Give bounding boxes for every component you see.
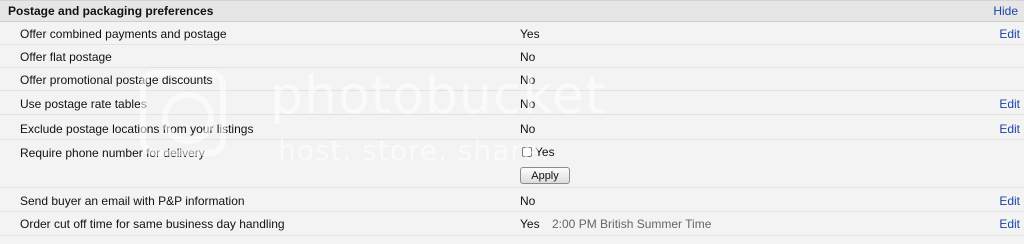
row-label: Offer promotional postage discounts <box>20 73 213 87</box>
row-flat-postage: Offer flat postage No <box>0 45 1024 68</box>
edit-buyer-email-link[interactable]: Edit <box>999 194 1020 208</box>
row-value: No <box>520 122 536 136</box>
row-label: Offer combined payments and postage <box>20 27 227 41</box>
phone-required-checkbox-group[interactable]: Yes <box>522 145 555 159</box>
apply-button[interactable]: Apply <box>520 167 570 184</box>
edit-exclude-locations-link[interactable]: Edit <box>999 122 1020 136</box>
row-buyer-email: Send buyer an email with P&P information… <box>0 189 1024 212</box>
row-label: Offer flat postage <box>20 50 112 64</box>
row-label: Exclude postage locations from your list… <box>20 122 254 136</box>
checkbox-icon[interactable] <box>522 147 532 157</box>
row-label: Order cut off time for same business day… <box>20 217 285 231</box>
row-value: No <box>520 194 536 208</box>
row-cutoff-time: Order cut off time for same business day… <box>0 212 1024 236</box>
row-value: No <box>520 50 536 64</box>
row-combined-payments: Offer combined payments and postage Yes … <box>0 22 1024 45</box>
edit-rate-tables-link[interactable]: Edit <box>999 97 1020 111</box>
row-label: Send buyer an email with P&P information <box>20 194 245 208</box>
checkbox-label: Yes <box>535 145 555 159</box>
section-title: Postage and packaging preferences <box>8 4 214 18</box>
edit-cutoff-time-link[interactable]: Edit <box>999 217 1020 231</box>
row-value: No <box>520 73 536 87</box>
hide-link[interactable]: Hide <box>993 4 1018 18</box>
row-phone-required: Require phone number for delivery Yes <box>0 141 1024 188</box>
postage-preferences-panel: Postage and packaging preferences Hide O… <box>0 0 1024 244</box>
row-label: Require phone number for delivery <box>20 146 205 160</box>
row-promotional-discounts: Offer promotional postage discounts No <box>0 68 1024 91</box>
row-exclude-locations: Exclude postage locations from your list… <box>0 117 1024 140</box>
cutoff-time-value: 2:00 PM British Summer Time <box>552 217 712 231</box>
row-value: Yes <box>520 27 540 41</box>
row-rate-tables: Use postage rate tables No Edit <box>0 92 1024 115</box>
row-value: Yes <box>520 217 540 231</box>
section-header: Postage and packaging preferences Hide <box>0 0 1024 22</box>
edit-combined-payments-link[interactable]: Edit <box>999 27 1020 41</box>
row-value: No <box>520 97 536 111</box>
row-label: Use postage rate tables <box>20 97 147 111</box>
